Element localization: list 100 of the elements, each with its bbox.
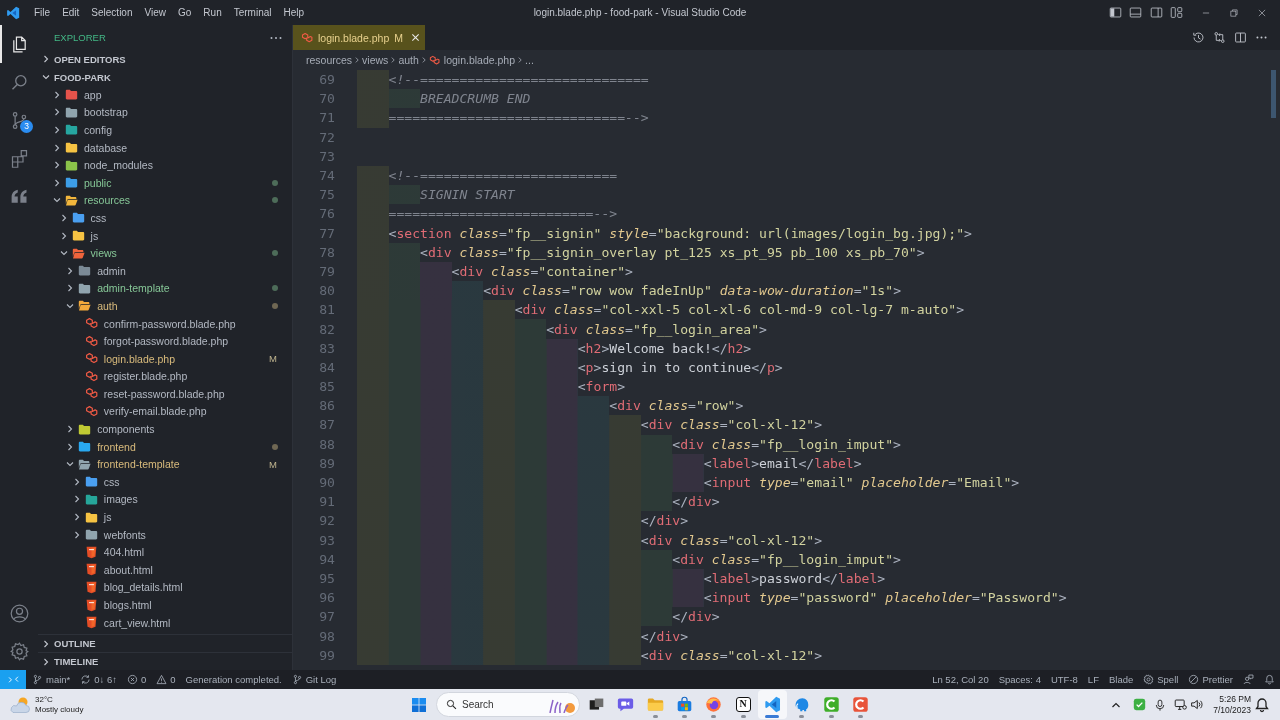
search-field[interactable]: Search (436, 692, 580, 717)
weather-condition[interactable]: Mostly cloudy (35, 704, 84, 715)
tree-item[interactable]: database (38, 138, 292, 157)
status-item[interactable]: Spaces: 4 (993, 670, 1046, 689)
code-line: <div class="fp__login_imput"> (672, 436, 901, 452)
tree-item[interactable]: css (38, 473, 292, 491)
line-number: 83 (318, 340, 335, 356)
menu-item[interactable]: Help (277, 0, 311, 25)
toggle-secondary-sidebar-icon[interactable] (1149, 6, 1163, 19)
status-item[interactable]: 0 (122, 670, 152, 689)
tree-item[interactable]: blog_details.html (38, 578, 292, 597)
scrollbar-thumb[interactable] (1271, 70, 1276, 118)
breadcrumb-item[interactable]: login.blade.php (428, 54, 516, 66)
sync-icon (80, 674, 92, 685)
bell-icon[interactable] (1254, 696, 1270, 713)
status-item[interactable]: Git Log (286, 670, 342, 689)
tree-item[interactable]: cart_view.html (38, 613, 292, 632)
tree-item[interactable]: confirm-password.blade.php (38, 314, 292, 333)
code-line: <div class="col-xxl-5 col-xl-6 col-md-9 col-lg-7 m-auto"> (514, 302, 965, 318)
status-item[interactable]: Ln 52, Col 20 (927, 670, 994, 689)
menu-item[interactable]: View (138, 0, 172, 25)
section-header[interactable]: OPEN EDITORS (38, 50, 292, 68)
tree-item[interactable]: login.blade.php M (38, 349, 292, 368)
editor-tab[interactable]: login.blade.php M (293, 25, 425, 50)
menu-item[interactable]: File (28, 0, 57, 25)
start-icon[interactable] (411, 696, 427, 713)
code-line: <h2>Welcome back!</h2> (577, 340, 752, 356)
breadcrumb-item[interactable]: resources (306, 54, 353, 66)
menu-item[interactable]: Go (172, 0, 198, 25)
line-number: 98 (318, 628, 335, 644)
tree-item[interactable]: frontend (38, 437, 292, 456)
menu-item[interactable]: Edit (56, 0, 86, 25)
chevron-icon (41, 638, 51, 649)
breadcrumb-item[interactable]: auth (398, 54, 419, 66)
tree-item[interactable]: reset-password.blade.php (38, 385, 292, 403)
tree-item[interactable]: node_modules (38, 156, 292, 174)
tree-item[interactable]: js (38, 226, 292, 245)
tree-item[interactable]: 404.html (38, 543, 292, 562)
microphone-icon[interactable] (1154, 698, 1167, 711)
tree-item[interactable]: components (38, 420, 292, 438)
taskbar-button[interactable]: N (728, 690, 758, 719)
toggle-panel-icon[interactable] (1129, 6, 1143, 19)
status-item[interactable]: Blade (1103, 670, 1139, 689)
monitor-icon[interactable] (1174, 698, 1188, 711)
tree-item[interactable]: forgot-password.blade.php (38, 332, 292, 350)
history-icon[interactable] (1192, 31, 1205, 44)
close-icon[interactable] (411, 33, 420, 42)
toggle-sidebar-icon[interactable] (1108, 6, 1122, 19)
section-header[interactable]: FOOD-PARK (38, 68, 292, 86)
status-item[interactable]: 0 (151, 670, 181, 689)
tree-item[interactable]: admin (38, 261, 292, 280)
breadcrumb-item[interactable]: views (362, 54, 389, 66)
tree-item[interactable]: blogs.html (38, 596, 292, 614)
tree-item[interactable]: verify-email.blade.php (38, 402, 292, 421)
tree-item[interactable]: webfonts (38, 525, 292, 544)
more-icon[interactable] (270, 35, 282, 40)
tree-item[interactable]: images (38, 490, 292, 509)
restore-icon[interactable] (1229, 7, 1239, 18)
account-icon (8, 602, 30, 624)
speaker-icon[interactable] (1190, 698, 1204, 711)
shield-file-icon (84, 598, 98, 612)
tree-item[interactable]: views (38, 244, 292, 262)
tree-item[interactable]: register.blade.php (38, 367, 292, 386)
status-item[interactable]: Generation completed. (180, 670, 287, 689)
tree-item[interactable]: js (38, 508, 292, 526)
close-icon[interactable] (1257, 7, 1267, 18)
vscode-logo-icon (6, 5, 20, 20)
tree-item[interactable]: frontend-template M (38, 455, 292, 474)
tree-item[interactable]: admin-template (38, 279, 292, 298)
menu-item[interactable]: Terminal (227, 0, 278, 25)
menu-item[interactable]: Run (197, 0, 228, 25)
status-item[interactable]: LF (1082, 670, 1104, 689)
section-header[interactable]: OUTLINE (38, 634, 292, 652)
tree-item[interactable]: app (38, 86, 292, 104)
weather-temperature[interactable]: 32°C (35, 694, 53, 705)
split-editor-icon[interactable] (1234, 31, 1247, 44)
status-item[interactable]: UTF-8 (1045, 670, 1083, 689)
branch-icon (32, 674, 43, 685)
status-item[interactable]: Prettier (1183, 670, 1238, 689)
tree-item[interactable]: public (38, 173, 292, 192)
tree-item[interactable]: css (38, 209, 292, 227)
status-item[interactable]: main* (27, 670, 76, 689)
tree-item[interactable]: resources (38, 191, 292, 210)
tree-item[interactable]: bootstrap (38, 103, 292, 122)
tree-item[interactable]: about.html (38, 561, 292, 579)
status-item[interactable]: 0↓ 6↑ (75, 670, 122, 689)
tree-item[interactable]: config (38, 121, 292, 139)
blade-file-icon (84, 317, 98, 330)
status-item[interactable]: Spell (1138, 670, 1184, 689)
clock-date[interactable]: 7/10/2023 (1213, 704, 1251, 716)
breadcrumb-item[interactable]: ... (525, 54, 534, 66)
compare-changes-icon[interactable] (1213, 31, 1226, 44)
clock-time[interactable]: 5:26 PM (1219, 693, 1251, 705)
customize-layout-icon[interactable] (1170, 6, 1184, 19)
line-number: 87 (318, 417, 335, 433)
menu-item[interactable]: Selection (85, 0, 139, 25)
tree-item[interactable]: auth (38, 297, 292, 315)
blade-file-icon (84, 369, 98, 383)
shield-check-icon[interactable] (1133, 698, 1147, 711)
elephant-icon (793, 696, 811, 713)
